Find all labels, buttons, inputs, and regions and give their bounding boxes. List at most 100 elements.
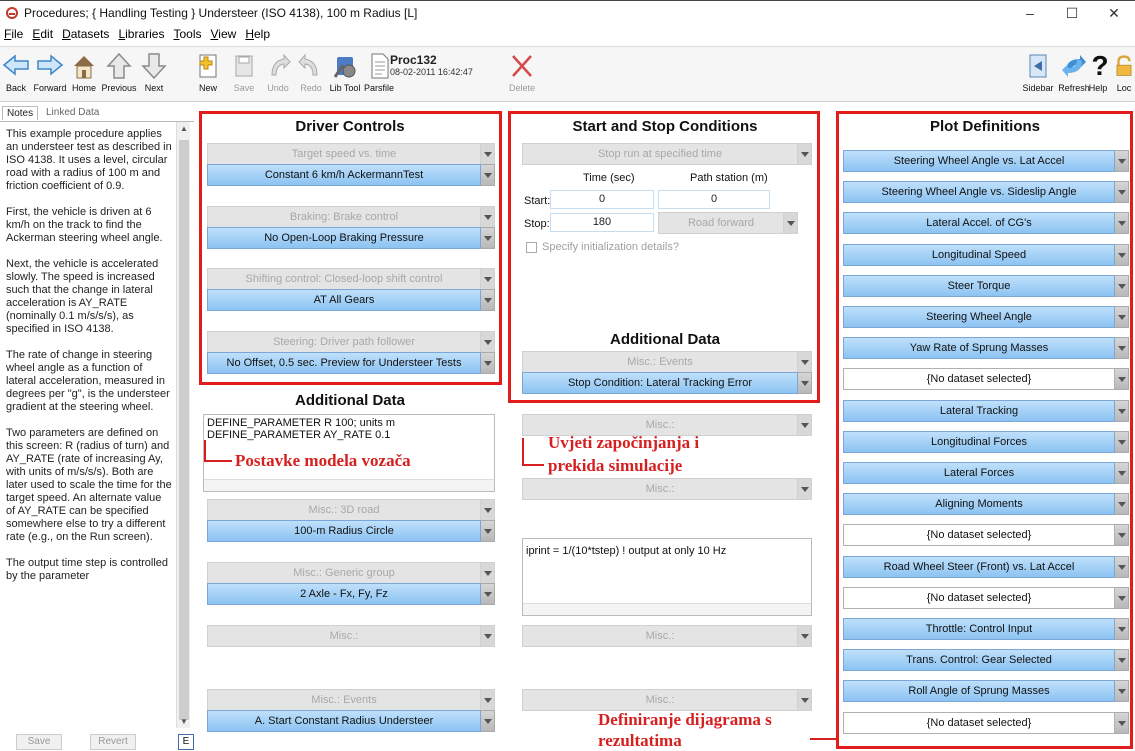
menu-tools[interactable]: Tools <box>173 27 201 41</box>
plot-definition-combo[interactable]: Steering Wheel Angle <box>843 306 1129 328</box>
dropdown-arrow-icon[interactable] <box>798 414 812 436</box>
iprint-textarea[interactable]: iprint = 1/(10*tstep) ! output at only 1… <box>522 538 812 616</box>
tab-linked-data[interactable]: Linked Data <box>42 106 103 119</box>
init-details-checkbox[interactable] <box>526 242 537 253</box>
braking-label-combo[interactable]: Braking: Brake control <box>207 206 495 228</box>
dropdown-arrow-icon[interactable] <box>481 331 495 353</box>
start-station-input[interactable]: 0 <box>658 190 770 209</box>
dropdown-arrow-icon[interactable] <box>481 520 495 542</box>
plot-definition-combo[interactable]: {No dataset selected} <box>843 712 1129 734</box>
menu-help[interactable]: Help <box>245 27 270 41</box>
dropdown-arrow-icon[interactable] <box>481 227 495 249</box>
scroll-thumb[interactable] <box>179 140 189 720</box>
shifting-label-combo[interactable]: Shifting control: Closed-loop shift cont… <box>207 268 495 290</box>
plot-definition-combo[interactable]: Yaw Rate of Sprung Masses <box>843 337 1129 359</box>
target-speed-combo[interactable]: Constant 6 km/h AckermannTest <box>207 164 495 186</box>
notes-text[interactable]: This example procedure applies an unders… <box>0 122 176 730</box>
dropdown-arrow-icon[interactable] <box>481 143 495 165</box>
dropdown-arrow-icon[interactable] <box>798 478 812 500</box>
dropdown-arrow-icon[interactable] <box>1115 368 1129 390</box>
dropdown-arrow-icon[interactable] <box>1115 337 1129 359</box>
braking-combo[interactable]: No Open-Loop Braking Pressure <box>207 227 495 249</box>
plot-definition-combo[interactable]: Roll Angle of Sprung Masses <box>843 680 1129 702</box>
dropdown-arrow-icon[interactable] <box>1115 587 1129 609</box>
dropdown-arrow-icon[interactable] <box>481 689 495 711</box>
dropdown-arrow-icon[interactable] <box>1115 212 1129 234</box>
dropdown-arrow-icon[interactable] <box>1115 556 1129 578</box>
plot-definition-combo[interactable]: Trans. Control: Gear Selected <box>843 649 1129 671</box>
plot-definition-combo[interactable]: Steering Wheel Angle vs. Sideslip Angle <box>843 181 1129 203</box>
misc-combo-c[interactable]: Misc.: <box>522 625 812 647</box>
horizontal-scrollbar[interactable] <box>523 603 811 615</box>
lock-button[interactable]: Loc <box>1112 51 1135 93</box>
dropdown-arrow-icon[interactable] <box>1115 400 1129 422</box>
dropdown-arrow-icon[interactable] <box>481 268 495 290</box>
plot-definition-combo[interactable]: Road Wheel Steer (Front) vs. Lat Accel <box>843 556 1129 578</box>
horizontal-scrollbar[interactable] <box>204 479 494 491</box>
events-combo[interactable]: A. Start Constant Radius Understeer <box>207 710 495 732</box>
menu-datasets[interactable]: Datasets <box>62 27 109 41</box>
plot-definition-combo[interactable]: Steering Wheel Angle vs. Lat Accel <box>843 150 1129 172</box>
misc-events-label-combo[interactable]: Misc.: Events <box>207 689 495 711</box>
menu-edit[interactable]: Edit <box>32 27 53 41</box>
dropdown-arrow-icon[interactable] <box>481 352 495 374</box>
misc-generic-label-combo[interactable]: Misc.: Generic group <box>207 562 495 584</box>
dropdown-arrow-icon[interactable] <box>1115 712 1129 734</box>
scroll-up-icon[interactable]: ▲ <box>180 124 188 133</box>
minimize-button[interactable]: – <box>1009 1 1051 25</box>
dropdown-arrow-icon[interactable] <box>1115 431 1129 453</box>
dropdown-arrow-icon[interactable] <box>1115 680 1129 702</box>
dropdown-arrow-icon[interactable] <box>481 583 495 605</box>
plot-definition-combo[interactable]: Lateral Forces <box>843 462 1129 484</box>
plot-definition-combo[interactable]: Steer Torque <box>843 275 1129 297</box>
shifting-combo[interactable]: AT All Gears <box>207 289 495 311</box>
dropdown-arrow-icon[interactable] <box>798 351 812 373</box>
next-button[interactable]: Next <box>132 51 176 93</box>
dropdown-arrow-icon[interactable] <box>1115 150 1129 172</box>
delete-button[interactable]: Delete <box>500 51 544 93</box>
stop-run-combo[interactable]: Stop run at specified time <box>522 143 812 165</box>
generic-group-combo[interactable]: 2 Axle - Fx, Fy, Fz <box>207 583 495 605</box>
plot-definition-combo[interactable]: Lateral Tracking <box>843 400 1129 422</box>
dropdown-arrow-icon[interactable] <box>481 289 495 311</box>
maximize-button[interactable]: ☐ <box>1051 1 1093 25</box>
dropdown-arrow-icon[interactable] <box>1115 524 1129 546</box>
notes-scrollbar[interactable]: ▲ ▼ <box>176 122 190 728</box>
tab-notes[interactable]: Notes <box>2 106 39 120</box>
dropdown-arrow-icon[interactable] <box>481 562 495 584</box>
dropdown-arrow-icon[interactable] <box>1115 306 1129 328</box>
menu-file[interactable]: File <box>4 27 23 41</box>
dropdown-arrow-icon[interactable] <box>798 625 812 647</box>
plot-definition-combo[interactable]: Longitudinal Speed <box>843 244 1129 266</box>
steering-combo[interactable]: No Offset, 0.5 sec. Preview for Underste… <box>207 352 495 374</box>
plot-definition-combo[interactable]: Lateral Accel. of CG's <box>843 212 1129 234</box>
target-speed-label-combo[interactable]: Target speed vs. time <box>207 143 495 165</box>
dropdown-arrow-icon[interactable] <box>1115 462 1129 484</box>
dropdown-arrow-icon[interactable] <box>1115 244 1129 266</box>
plot-definition-combo[interactable]: Aligning Moments <box>843 493 1129 515</box>
notes-edit-button[interactable]: E <box>178 734 194 750</box>
help-button[interactable]: ? Help <box>1086 51 1110 94</box>
plot-definition-combo[interactable]: {No dataset selected} <box>843 368 1129 390</box>
start-time-input[interactable]: 0 <box>550 190 654 209</box>
dropdown-arrow-icon[interactable] <box>1115 618 1129 640</box>
misc-combo-d[interactable]: Misc.: <box>522 689 812 711</box>
plot-definition-combo[interactable]: {No dataset selected} <box>843 587 1129 609</box>
menu-libraries[interactable]: Libraries <box>118 27 164 41</box>
stop-time-input[interactable]: 180 <box>550 213 654 232</box>
dropdown-arrow-icon[interactable] <box>1115 493 1129 515</box>
dropdown-arrow-icon[interactable] <box>481 499 495 521</box>
misc-3d-road-label-combo[interactable]: Misc.: 3D road <box>207 499 495 521</box>
dropdown-arrow-icon[interactable] <box>798 372 812 394</box>
misc-empty-combo[interactable]: Misc.: <box>207 625 495 647</box>
stop-events-label-combo[interactable]: Misc.: Events <box>522 351 812 373</box>
dropdown-arrow-icon[interactable] <box>798 143 812 165</box>
notes-save-button[interactable]: Save <box>16 734 62 750</box>
scroll-down-icon[interactable]: ▼ <box>180 717 188 726</box>
dropdown-arrow-icon[interactable] <box>1115 275 1129 297</box>
dropdown-arrow-icon[interactable] <box>1115 649 1129 671</box>
dropdown-arrow-icon[interactable] <box>784 212 798 234</box>
dropdown-arrow-icon[interactable] <box>481 625 495 647</box>
dropdown-arrow-icon[interactable] <box>481 206 495 228</box>
plot-definition-combo[interactable]: Longitudinal Forces <box>843 431 1129 453</box>
